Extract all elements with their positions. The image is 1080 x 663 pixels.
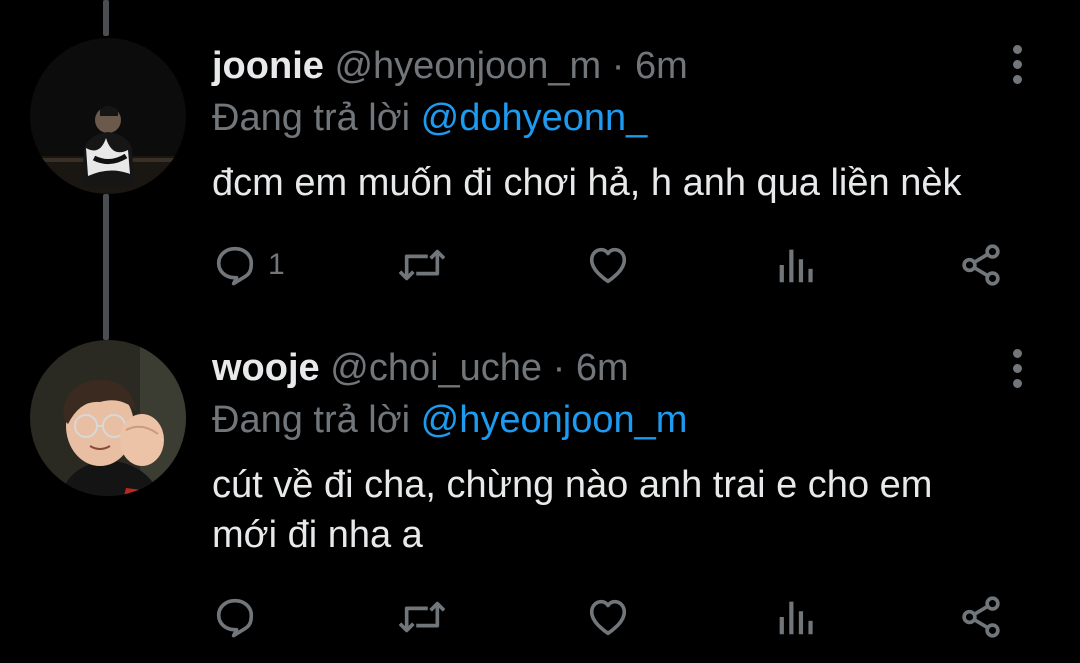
share-button[interactable] [958,592,1004,642]
timestamp[interactable]: 6m [635,45,688,87]
tweet-text: cút về đi cha, chừng nào anh trai e cho … [212,460,1052,560]
reply-mention[interactable]: @hyeonjoon_m [421,399,688,441]
like-icon [589,599,627,636]
share-icon [962,244,1000,286]
more-icon[interactable] [1000,42,1034,86]
avatar[interactable] [30,38,186,194]
reply-button[interactable]: 1 [212,240,285,290]
tweet-text-line: đcm em muốn đi chơi hả, h anh qua liền n… [212,162,962,204]
analytics-button[interactable] [774,240,816,290]
retweet-icon [398,249,446,281]
tweet-header: joonie @hyeonjoon_m · 6m [212,44,688,88]
avatar[interactable] [30,340,186,496]
analytics-icon [779,249,813,283]
like-button[interactable] [584,592,632,642]
reply-prefix: Đang trả lời [212,399,411,441]
reply-count: 1 [268,248,285,281]
retweet-button[interactable] [396,592,448,642]
share-icon [962,596,1000,638]
reply-prefix: Đang trả lời [212,97,411,139]
like-icon [589,247,627,284]
tweet-text-line: cút về đi cha, chừng nào anh trai e cho … [212,464,933,506]
share-button[interactable] [958,240,1004,290]
reply-icon [216,598,254,638]
separator-dot: · [611,45,625,87]
user-handle[interactable]: @choi_uche [330,347,542,389]
display-name[interactable]: joonie [212,45,324,87]
analytics-button[interactable] [774,592,816,642]
reply-mention[interactable]: @dohyeonn_ [421,97,648,139]
tweet-text: đcm em muốn đi chơi hả, h anh qua liền n… [212,158,1052,208]
tweet-header: wooje @choi_uche · 6m [212,346,629,390]
action-bar [212,592,1032,642]
avatar-photo [30,38,186,194]
separator-dot: · [552,347,566,389]
user-handle[interactable]: @hyeonjoon_m [334,45,601,87]
timestamp[interactable]: 6m [576,347,629,389]
analytics-icon [779,601,813,635]
tweet-text-line: mới đi nha a [212,514,423,556]
tweet-1[interactable]: joonie @hyeonjoon_m · 6m Đang trả lời @d… [0,0,1080,340]
avatar-photo [30,340,186,496]
reply-context: Đang trả lời @hyeonjoon_m [212,398,687,442]
more-icon[interactable] [1000,346,1034,390]
retweet-button[interactable] [396,240,448,290]
reply-button[interactable] [212,592,258,642]
like-button[interactable] [584,240,632,290]
reply-context: Đang trả lời @dohyeonn_ [212,96,647,140]
tweet-2[interactable]: wooje @choi_uche · 6m Đang trả lời @hyeo… [0,340,1080,663]
action-bar: 1 [212,240,1032,290]
display-name[interactable]: wooje [212,347,320,389]
retweet-icon [398,601,446,633]
reply-icon [216,246,254,286]
